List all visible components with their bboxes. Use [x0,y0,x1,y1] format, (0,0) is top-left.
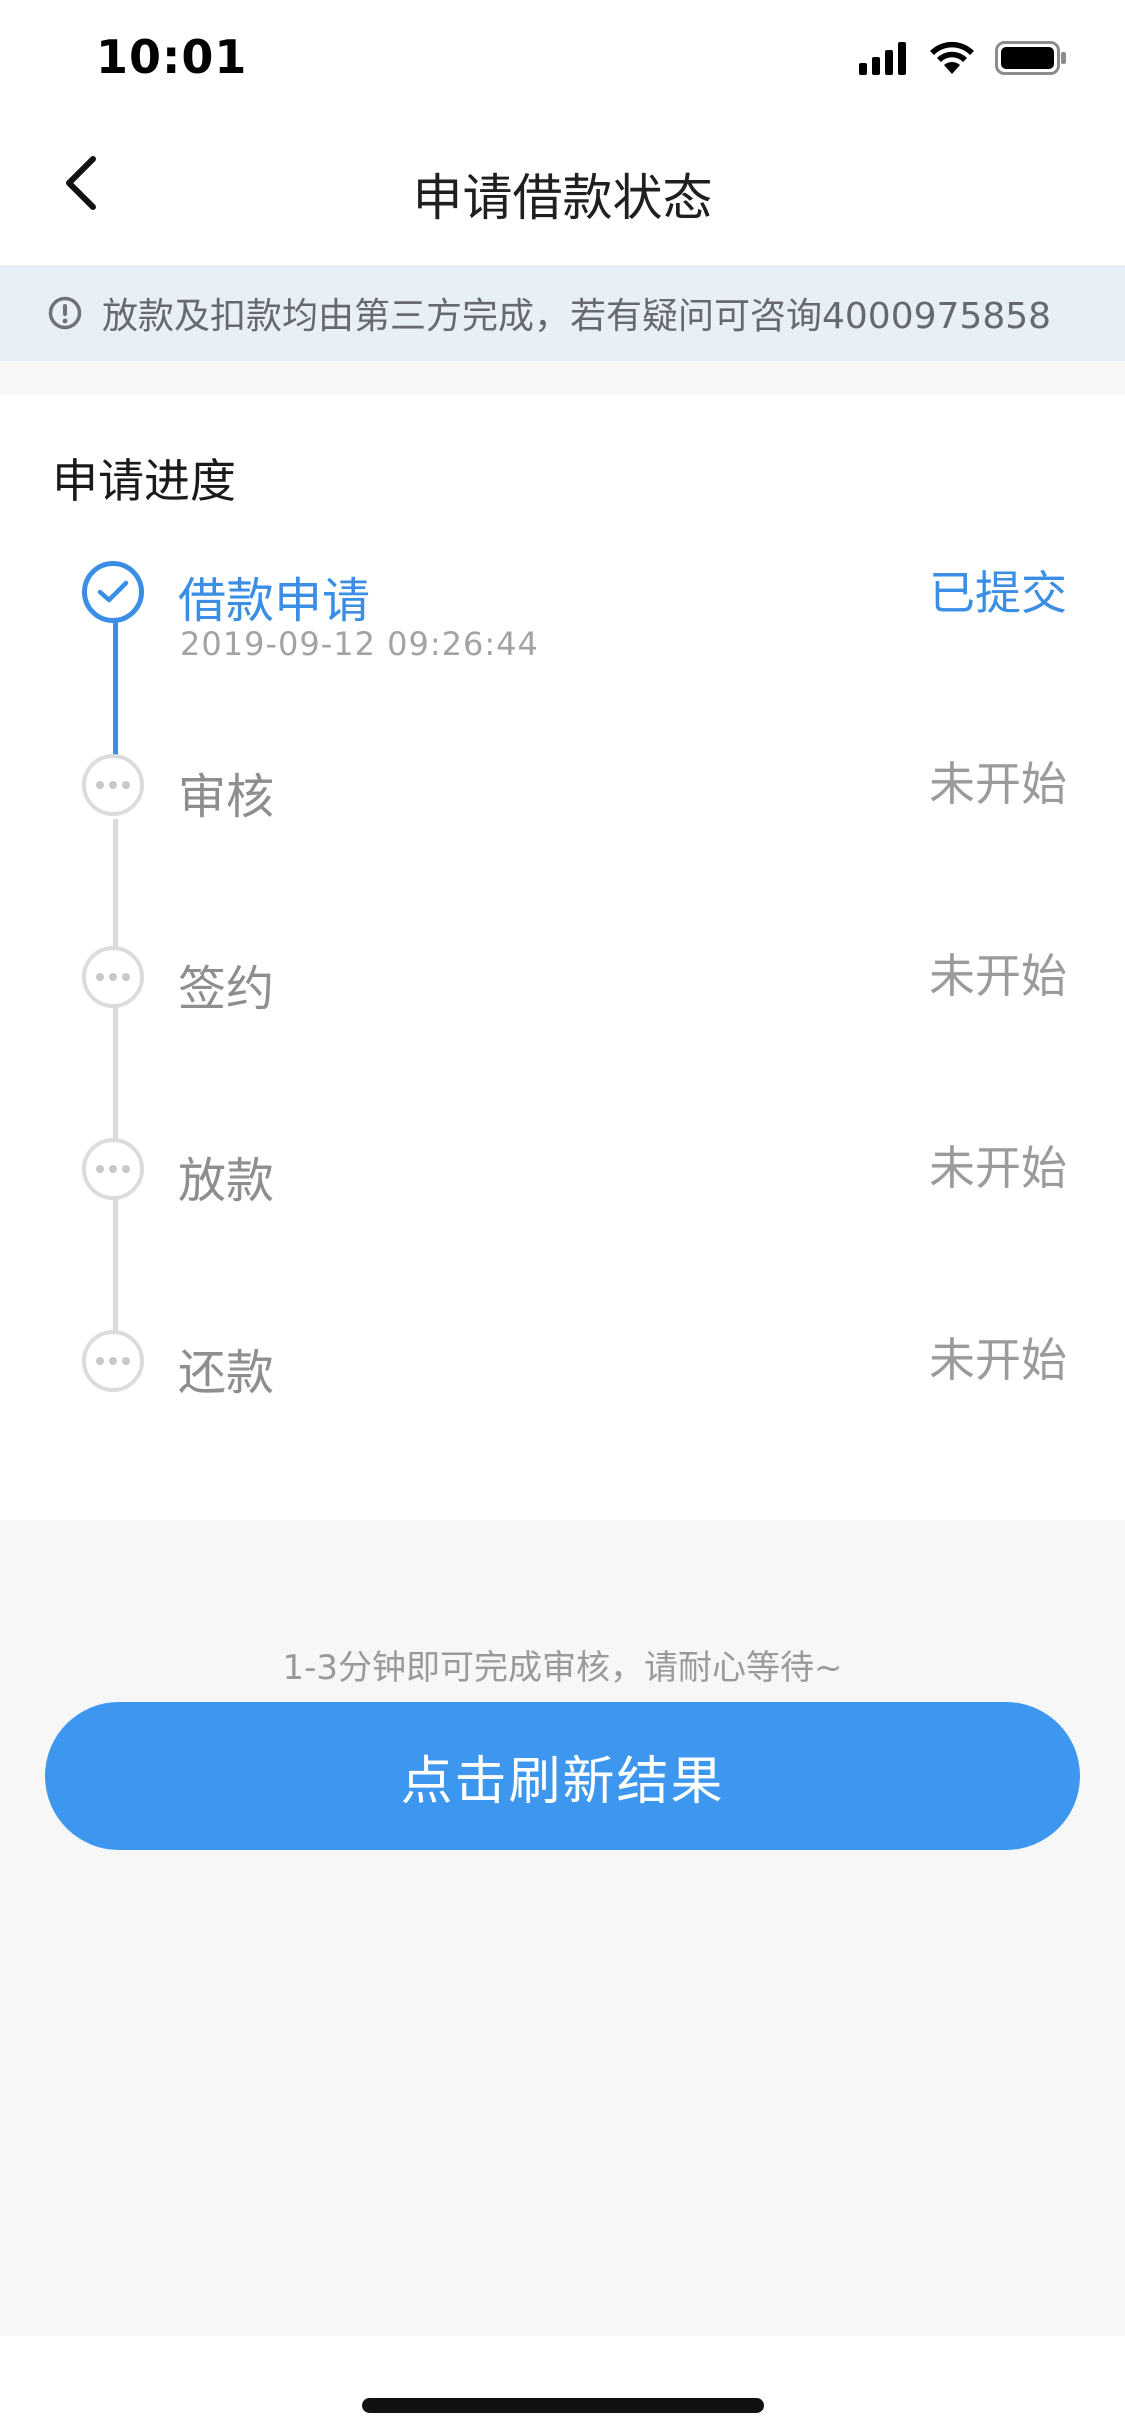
bottom-area: 1-3分钟即可完成审核，请耐心等待~ 点击刷新结果 [0,1520,1125,2336]
battery-icon [995,41,1067,79]
section-divider [0,361,1125,395]
notice-bar: 放款及扣款均由第三方完成，若有疑问可咨询4000975858 [0,265,1125,361]
wifi-icon [929,41,975,79]
step-label: 借款申请 [178,573,371,629]
hint-text: 1-3分钟即可完成审核，请耐心等待~ [282,1648,843,1688]
progress-step: 借款申请 2019-09-12 09:26:44 已提交 [0,561,1125,681]
progress-step: 放款 未开始 [0,1136,1125,1256]
timeline-line-inactive [113,819,118,1379]
step-status: 已提交 [929,566,1067,620]
nav-bar: 申请借款状态 [0,120,1125,264]
notice-text: 放款及扣款均由第三方完成，若有疑问可咨询4000975858 [102,296,1052,337]
progress-step: 签约 未开始 [0,944,1125,1064]
refresh-button[interactable]: 点击刷新结果 [45,1702,1080,1850]
step-label: 审核 [178,769,275,825]
info-circle-icon [48,296,82,330]
more-dots-icon [82,946,144,1008]
more-dots-icon [82,754,144,816]
status-icons [859,38,1067,82]
step-status: 未开始 [929,1333,1067,1387]
status-bar: 10:01 [0,0,1125,120]
step-label: 还款 [178,1345,275,1401]
more-dots-icon [82,1330,144,1392]
step-status: 未开始 [929,949,1067,1003]
section-title: 申请进度 [52,454,236,508]
step-label: 放款 [178,1153,275,1209]
step-label: 签约 [178,961,275,1017]
status-time: 10:01 [96,30,248,84]
home-indicator[interactable] [362,2398,764,2413]
step-status: 未开始 [929,1141,1067,1195]
home-indicator-area [0,2336,1125,2436]
check-circle-icon [82,561,144,623]
progress-card: 申请进度 借款申请 2019-09-12 09:26:44 已提交 审核 未开始… [0,395,1125,1520]
page-title: 申请借款状态 [412,169,713,227]
step-status: 未开始 [929,757,1067,811]
progress-step: 还款 未开始 [0,1328,1125,1448]
step-time: 2019-09-12 09:26:44 [180,625,539,663]
progress-step: 审核 未开始 [0,752,1125,872]
more-dots-icon [82,1138,144,1200]
signal-icon [859,41,909,79]
